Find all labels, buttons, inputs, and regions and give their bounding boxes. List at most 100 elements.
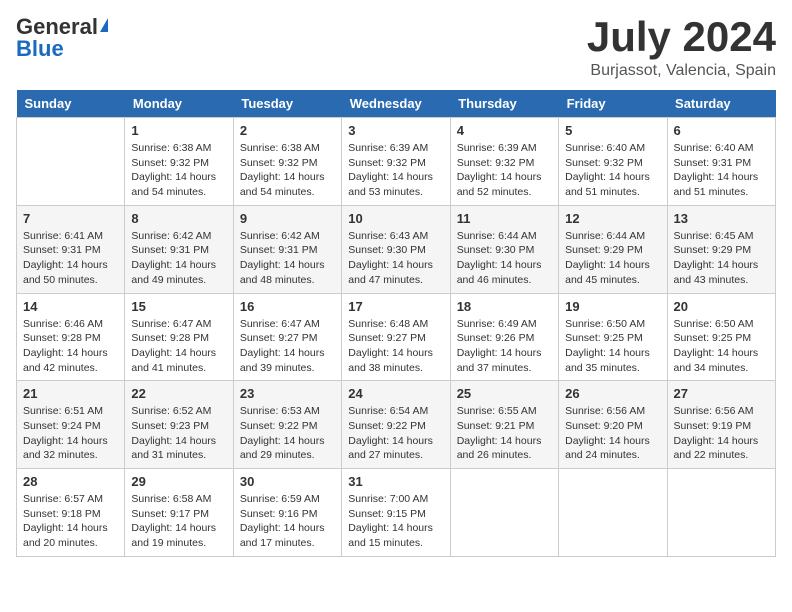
calendar-cell: 1 Sunrise: 6:38 AM Sunset: 9:32 PM Daylig… bbox=[125, 118, 233, 206]
day-number: 6 bbox=[674, 123, 769, 138]
day-info: Sunrise: 6:51 AM Sunset: 9:24 PM Dayligh… bbox=[23, 404, 118, 463]
calendar-cell: 17 Sunrise: 6:48 AM Sunset: 9:27 PM Dayli… bbox=[342, 293, 450, 381]
day-number: 7 bbox=[23, 211, 118, 226]
day-info: Sunrise: 6:54 AM Sunset: 9:22 PM Dayligh… bbox=[348, 404, 443, 463]
day-info: Sunrise: 6:56 AM Sunset: 9:20 PM Dayligh… bbox=[565, 404, 660, 463]
calendar-title: July 2024 bbox=[587, 16, 776, 58]
week-row-1: 1 Sunrise: 6:38 AM Sunset: 9:32 PM Daylig… bbox=[17, 118, 776, 206]
day-number: 27 bbox=[674, 386, 769, 401]
day-number: 4 bbox=[457, 123, 552, 138]
day-info: Sunrise: 6:38 AM Sunset: 9:32 PM Dayligh… bbox=[131, 141, 226, 200]
calendar-cell: 25 Sunrise: 6:55 AM Sunset: 9:21 PM Dayli… bbox=[450, 381, 558, 469]
day-number: 5 bbox=[565, 123, 660, 138]
day-info: Sunrise: 6:56 AM Sunset: 9:19 PM Dayligh… bbox=[674, 404, 769, 463]
calendar-cell: 15 Sunrise: 6:47 AM Sunset: 9:28 PM Dayli… bbox=[125, 293, 233, 381]
day-number: 12 bbox=[565, 211, 660, 226]
calendar-cell: 21 Sunrise: 6:51 AM Sunset: 9:24 PM Dayli… bbox=[17, 381, 125, 469]
page-header: General Blue July 2024 Burjassot, Valenc… bbox=[16, 16, 776, 80]
day-number: 21 bbox=[23, 386, 118, 401]
day-number: 1 bbox=[131, 123, 226, 138]
day-info: Sunrise: 6:45 AM Sunset: 9:29 PM Dayligh… bbox=[674, 229, 769, 288]
logo-blue-text: Blue bbox=[16, 38, 64, 60]
calendar-cell: 27 Sunrise: 6:56 AM Sunset: 9:19 PM Dayli… bbox=[667, 381, 775, 469]
calendar-cell bbox=[667, 469, 775, 557]
day-number: 19 bbox=[565, 299, 660, 314]
calendar-cell: 23Sunrise: 6:53 AM Sunset: 9:22 PM Dayli… bbox=[233, 381, 341, 469]
column-header-tuesday: Tuesday bbox=[233, 90, 341, 118]
day-number: 28 bbox=[23, 474, 118, 489]
day-info: Sunrise: 6:46 AM Sunset: 9:28 PM Dayligh… bbox=[23, 317, 118, 376]
day-number: 8 bbox=[131, 211, 226, 226]
day-number: 29 bbox=[131, 474, 226, 489]
day-number: 9 bbox=[240, 211, 335, 226]
day-number: 15 bbox=[131, 299, 226, 314]
calendar-cell: 8 Sunrise: 6:42 AM Sunset: 9:31 PM Daylig… bbox=[125, 205, 233, 293]
week-row-2: 7Sunrise: 6:41 AM Sunset: 9:31 PM Daylig… bbox=[17, 205, 776, 293]
title-area: July 2024 Burjassot, Valencia, Spain bbox=[587, 16, 776, 80]
day-number: 16 bbox=[240, 299, 335, 314]
day-info: Sunrise: 6:40 AM Sunset: 9:32 PM Dayligh… bbox=[565, 141, 660, 200]
day-number: 14 bbox=[23, 299, 118, 314]
day-number: 17 bbox=[348, 299, 443, 314]
day-info: Sunrise: 6:44 AM Sunset: 9:29 PM Dayligh… bbox=[565, 229, 660, 288]
day-number: 3 bbox=[348, 123, 443, 138]
day-info: Sunrise: 6:58 AM Sunset: 9:17 PM Dayligh… bbox=[131, 492, 226, 551]
day-number: 30 bbox=[240, 474, 335, 489]
calendar-cell: 31Sunrise: 7:00 AM Sunset: 9:15 PM Dayli… bbox=[342, 469, 450, 557]
calendar-cell: 29 Sunrise: 6:58 AM Sunset: 9:17 PM Dayli… bbox=[125, 469, 233, 557]
day-info: Sunrise: 6:43 AM Sunset: 9:30 PM Dayligh… bbox=[348, 229, 443, 288]
day-info: Sunrise: 6:38 AM Sunset: 9:32 PM Dayligh… bbox=[240, 141, 335, 200]
day-number: 25 bbox=[457, 386, 552, 401]
calendar-cell: 18 Sunrise: 6:49 AM Sunset: 9:26 PM Dayli… bbox=[450, 293, 558, 381]
column-header-saturday: Saturday bbox=[667, 90, 775, 118]
calendar-cell: 20Sunrise: 6:50 AM Sunset: 9:25 PM Dayli… bbox=[667, 293, 775, 381]
calendar-cell: 16Sunrise: 6:47 AM Sunset: 9:27 PM Dayli… bbox=[233, 293, 341, 381]
day-info: Sunrise: 6:39 AM Sunset: 9:32 PM Dayligh… bbox=[457, 141, 552, 200]
calendar-cell: 2 Sunrise: 6:38 AM Sunset: 9:32 PM Daylig… bbox=[233, 118, 341, 206]
column-header-monday: Monday bbox=[125, 90, 233, 118]
logo: General Blue bbox=[16, 16, 108, 60]
calendar-cell: 22 Sunrise: 6:52 AM Sunset: 9:23 PM Dayli… bbox=[125, 381, 233, 469]
day-number: 18 bbox=[457, 299, 552, 314]
calendar-cell bbox=[17, 118, 125, 206]
calendar-cell: 13Sunrise: 6:45 AM Sunset: 9:29 PM Dayli… bbox=[667, 205, 775, 293]
day-info: Sunrise: 6:55 AM Sunset: 9:21 PM Dayligh… bbox=[457, 404, 552, 463]
logo-icon bbox=[100, 18, 108, 32]
calendar-cell: 9 Sunrise: 6:42 AM Sunset: 9:31 PM Daylig… bbox=[233, 205, 341, 293]
calendar-cell bbox=[559, 469, 667, 557]
calendar-cell: 28 Sunrise: 6:57 AM Sunset: 9:18 PM Dayli… bbox=[17, 469, 125, 557]
column-header-sunday: Sunday bbox=[17, 90, 125, 118]
calendar-table: SundayMondayTuesdayWednesdayThursdayFrid… bbox=[16, 90, 776, 557]
calendar-cell: 5 Sunrise: 6:40 AM Sunset: 9:32 PM Daylig… bbox=[559, 118, 667, 206]
day-number: 24 bbox=[348, 386, 443, 401]
day-number: 2 bbox=[240, 123, 335, 138]
calendar-cell: 3Sunrise: 6:39 AM Sunset: 9:32 PM Daylig… bbox=[342, 118, 450, 206]
column-header-friday: Friday bbox=[559, 90, 667, 118]
day-info: Sunrise: 6:52 AM Sunset: 9:23 PM Dayligh… bbox=[131, 404, 226, 463]
day-number: 22 bbox=[131, 386, 226, 401]
day-number: 31 bbox=[348, 474, 443, 489]
calendar-cell: 10 Sunrise: 6:43 AM Sunset: 9:30 PM Dayli… bbox=[342, 205, 450, 293]
calendar-cell: 4 Sunrise: 6:39 AM Sunset: 9:32 PM Daylig… bbox=[450, 118, 558, 206]
day-info: Sunrise: 6:47 AM Sunset: 9:28 PM Dayligh… bbox=[131, 317, 226, 376]
calendar-cell: 12 Sunrise: 6:44 AM Sunset: 9:29 PM Dayli… bbox=[559, 205, 667, 293]
day-info: Sunrise: 6:57 AM Sunset: 9:18 PM Dayligh… bbox=[23, 492, 118, 551]
day-number: 11 bbox=[457, 211, 552, 226]
header-row: SundayMondayTuesdayWednesdayThursdayFrid… bbox=[17, 90, 776, 118]
day-info: Sunrise: 6:44 AM Sunset: 9:30 PM Dayligh… bbox=[457, 229, 552, 288]
week-row-4: 21 Sunrise: 6:51 AM Sunset: 9:24 PM Dayli… bbox=[17, 381, 776, 469]
day-info: Sunrise: 6:40 AM Sunset: 9:31 PM Dayligh… bbox=[674, 141, 769, 200]
column-header-thursday: Thursday bbox=[450, 90, 558, 118]
week-row-3: 14 Sunrise: 6:46 AM Sunset: 9:28 PM Dayli… bbox=[17, 293, 776, 381]
logo-general-text: General bbox=[16, 16, 98, 38]
day-info: Sunrise: 6:42 AM Sunset: 9:31 PM Dayligh… bbox=[131, 229, 226, 288]
day-info: Sunrise: 6:59 AM Sunset: 9:16 PM Dayligh… bbox=[240, 492, 335, 551]
column-header-wednesday: Wednesday bbox=[342, 90, 450, 118]
day-number: 23 bbox=[240, 386, 335, 401]
day-number: 10 bbox=[348, 211, 443, 226]
calendar-cell bbox=[450, 469, 558, 557]
day-info: Sunrise: 6:48 AM Sunset: 9:27 PM Dayligh… bbox=[348, 317, 443, 376]
day-info: Sunrise: 6:49 AM Sunset: 9:26 PM Dayligh… bbox=[457, 317, 552, 376]
day-info: Sunrise: 6:42 AM Sunset: 9:31 PM Dayligh… bbox=[240, 229, 335, 288]
calendar-cell: 7Sunrise: 6:41 AM Sunset: 9:31 PM Daylig… bbox=[17, 205, 125, 293]
